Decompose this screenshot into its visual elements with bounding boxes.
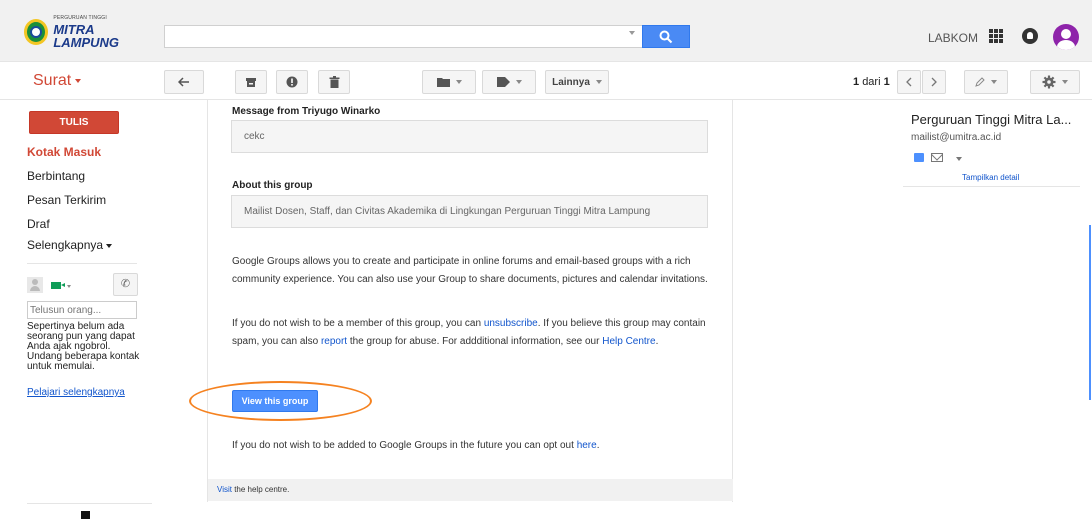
newer-button[interactable] bbox=[897, 70, 921, 94]
folder-icon bbox=[436, 78, 450, 87]
search-options-caret-icon[interactable] bbox=[629, 31, 635, 35]
unsubscribe-link[interactable]: unsubscribe bbox=[484, 318, 538, 329]
mitra-lampung-logo[interactable]: PERGURUAN TINGGI MITRA LAMPUNG bbox=[24, 12, 154, 52]
pencil-icon bbox=[975, 77, 985, 87]
logo-subtitle: PERGURUAN TINGGI bbox=[53, 14, 107, 21]
groups-info-text: Google Groups allows you to create and p… bbox=[232, 256, 708, 285]
help-centre-link[interactable]: Help Centre bbox=[602, 336, 655, 347]
apps-grid-icon[interactable] bbox=[989, 29, 1003, 43]
sidebar-item-inbox[interactable]: Kotak Masuk bbox=[27, 145, 101, 159]
older-button[interactable] bbox=[922, 70, 946, 94]
logo-emblem-icon bbox=[24, 19, 49, 45]
settings-button[interactable] bbox=[1030, 70, 1080, 94]
learn-more-link[interactable]: Pelajari selengkapnya bbox=[27, 387, 125, 398]
avatar[interactable] bbox=[1053, 24, 1079, 50]
chevron-down-icon[interactable] bbox=[67, 285, 71, 288]
sidebar-divider bbox=[27, 263, 137, 264]
chevron-down-icon bbox=[106, 243, 113, 248]
gear-icon bbox=[1042, 75, 1056, 89]
optout-link[interactable]: here bbox=[577, 440, 597, 451]
message-body-box: cekc bbox=[231, 120, 708, 153]
compose-button[interactable]: TULIS bbox=[29, 111, 119, 134]
optout-paragraph: If you do not wish to be added to Google… bbox=[232, 440, 600, 451]
back-button[interactable] bbox=[164, 70, 204, 94]
logo-title: MITRA LAMPUNG bbox=[53, 21, 120, 50]
chat-bubble-icon[interactable] bbox=[914, 153, 924, 162]
labels-button[interactable] bbox=[482, 70, 536, 94]
label-tag-icon bbox=[496, 77, 510, 87]
mail-envelope-icon[interactable] bbox=[931, 153, 943, 162]
account-name[interactable]: LABKOM bbox=[928, 31, 978, 45]
scrollbar-indicator[interactable] bbox=[1089, 225, 1091, 400]
show-details-link[interactable]: Tampilkan detail bbox=[962, 173, 1019, 182]
chevron-left-icon bbox=[906, 77, 912, 87]
about-body-box: Mailist Dosen, Staff, dan Civitas Akadem… bbox=[231, 195, 708, 228]
view-group-button[interactable]: View this group bbox=[232, 390, 318, 412]
about-heading: About this group bbox=[232, 180, 313, 191]
archive-button[interactable] bbox=[235, 70, 267, 94]
back-arrow-icon bbox=[178, 77, 189, 87]
archive-icon bbox=[246, 77, 256, 87]
sidebar-divider bbox=[27, 503, 152, 504]
chevron-down-icon[interactable] bbox=[956, 157, 962, 161]
notifications-bell-icon[interactable] bbox=[1022, 28, 1038, 44]
phone-icon: ✆ bbox=[120, 278, 131, 290]
input-tools-button[interactable] bbox=[964, 70, 1008, 94]
more-actions-button[interactable]: Lainnya bbox=[545, 70, 609, 94]
pager-count: 1 dari 1 bbox=[853, 76, 890, 88]
delete-button[interactable] bbox=[318, 70, 350, 94]
sidebar-item-sent[interactable]: Pesan Terkirim bbox=[27, 193, 106, 207]
panel-divider bbox=[903, 186, 1080, 187]
phone-call-button[interactable]: ✆ bbox=[113, 273, 138, 296]
chat-search-input[interactable] bbox=[27, 301, 137, 319]
search-icon bbox=[659, 30, 673, 44]
chat-empty-text: Sepertinya belum ada seorang pun yang da… bbox=[27, 321, 140, 372]
chevron-down-icon bbox=[75, 78, 82, 83]
message-heading: Message from Triyugo Winarko bbox=[232, 106, 381, 117]
sidebar-bottom-icon[interactable] bbox=[81, 511, 90, 519]
unsubscribe-paragraph: If you do not wish to be a member of thi… bbox=[232, 318, 706, 347]
move-to-button[interactable] bbox=[422, 70, 476, 94]
sender-name: Perguruan Tinggi Mitra La... bbox=[911, 112, 1072, 127]
mail-app-switcher[interactable]: Surat bbox=[33, 72, 82, 90]
sidebar-item-starred[interactable]: Berbintang bbox=[27, 169, 85, 183]
search-button[interactable] bbox=[642, 25, 690, 48]
sender-email: mailist@umitra.ac.id bbox=[911, 132, 1002, 143]
chat-status-icon[interactable] bbox=[27, 277, 43, 293]
spam-icon bbox=[286, 76, 298, 88]
visit-help-link[interactable]: Visit bbox=[217, 485, 232, 494]
chevron-right-icon bbox=[931, 77, 937, 87]
report-link[interactable]: report bbox=[321, 336, 347, 347]
report-spam-button[interactable] bbox=[276, 70, 308, 94]
sidebar-item-drafts[interactable]: Draf bbox=[27, 217, 50, 231]
search-input[interactable] bbox=[164, 25, 644, 48]
email-footer: Visit the help centre. bbox=[208, 479, 733, 501]
trash-icon bbox=[329, 76, 339, 88]
sidebar-item-more[interactable]: Selengkapnya bbox=[27, 238, 113, 252]
video-call-icon[interactable] bbox=[51, 282, 65, 289]
